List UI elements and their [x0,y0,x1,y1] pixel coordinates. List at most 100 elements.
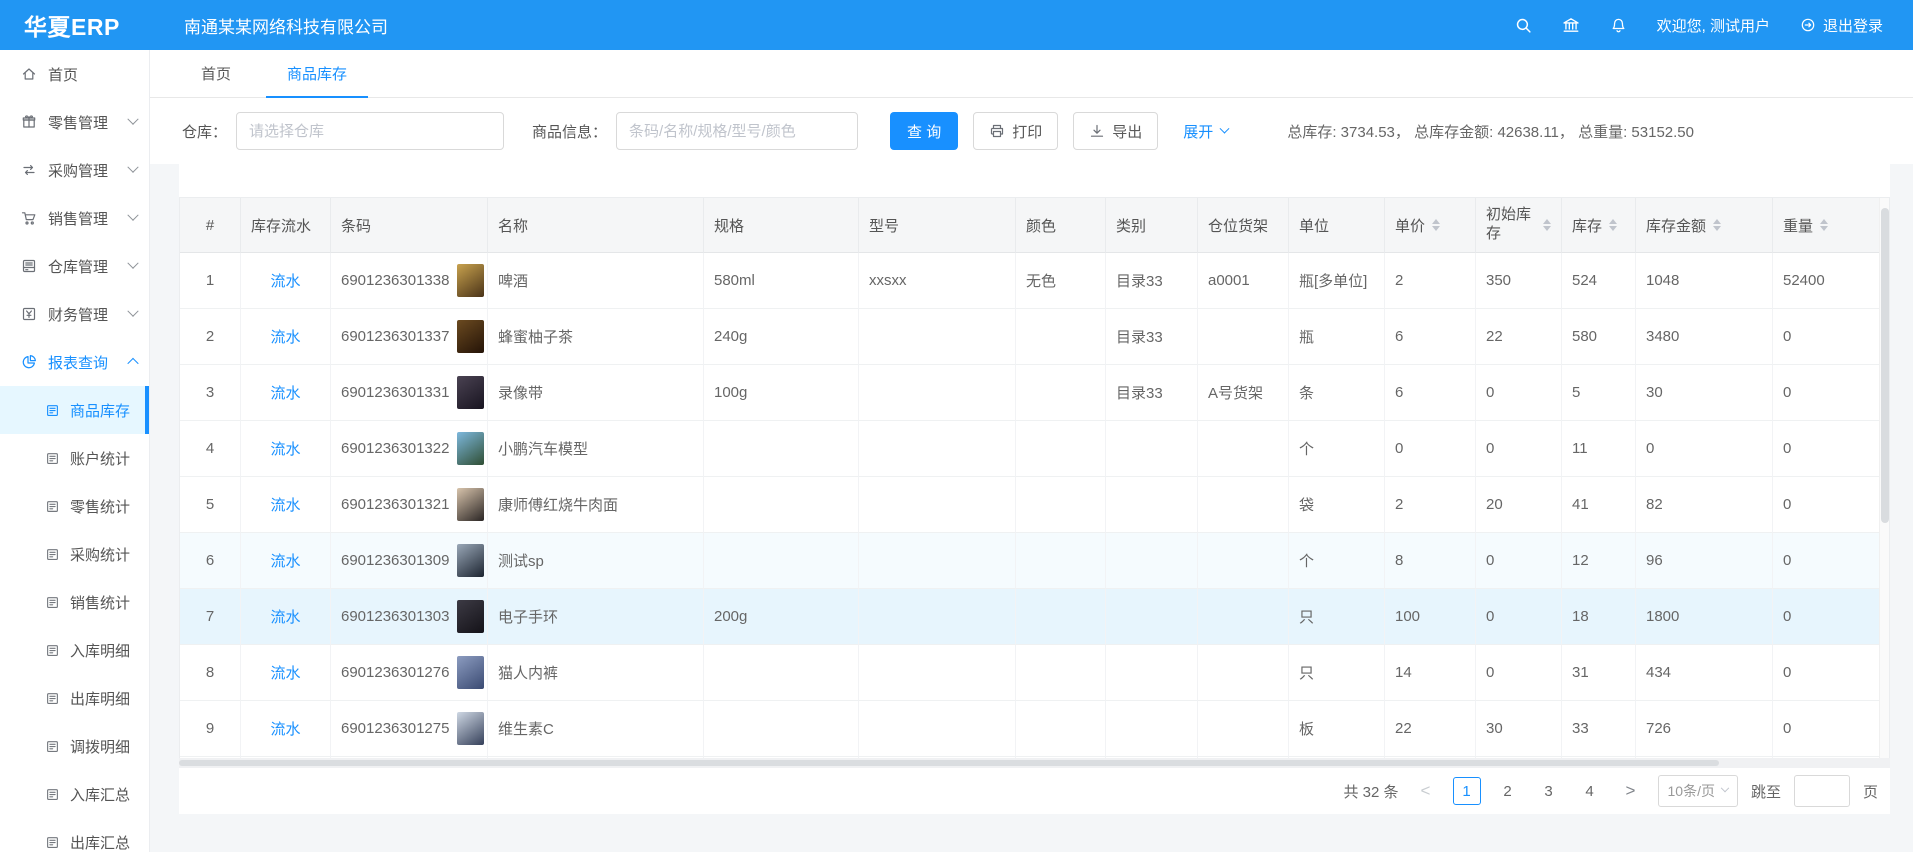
flow-link[interactable]: 流水 [270,553,300,570]
vertical-scrollbar-thumb[interactable] [1881,208,1889,523]
cell-shelf: A号货架 [1198,365,1289,421]
cell-unit: 条 [1289,365,1385,421]
cell-unit: 只 [1289,645,1385,701]
product-thumbnail [457,488,484,521]
sidebar-subitem-2[interactable]: 零售统计 [0,482,149,530]
cell-model [859,533,1016,589]
sort-asc-icon[interactable] [1820,219,1828,224]
profile-icon [44,450,60,466]
tab-1[interactable]: 商品库存 [274,50,360,97]
flow-link[interactable]: 流水 [270,609,300,626]
export-button[interactable]: 导出 [1073,112,1158,150]
sidebar-item-1[interactable]: 零售管理 [0,98,149,146]
sidebar-item-3[interactable]: 销售管理 [0,194,149,242]
cell-stock: 33 [1562,701,1636,757]
table-row: 2流水6901236301337蜂蜜柚子茶240g目录33瓶6225803480… [180,309,1881,365]
flow-link[interactable]: 流水 [270,721,300,738]
page-size-select[interactable]: 10条/页 [1658,775,1738,807]
horizontal-scrollbar[interactable] [179,758,1890,768]
page-button-2[interactable]: 2 [1494,777,1522,805]
chevron-down-icon [127,306,138,317]
sidebar-item-4[interactable]: 仓库管理 [0,242,149,290]
flow-link[interactable]: 流水 [270,497,300,514]
sidebar-subitem-7[interactable]: 调拨明细 [0,722,149,770]
sidebar-subitem-9[interactable]: 出库汇总 [0,818,149,852]
flow-link[interactable]: 流水 [270,385,300,402]
flow-link[interactable]: 流水 [270,329,300,346]
sort-icons[interactable] [1609,219,1617,232]
column-header-14[interactable]: 重量 [1773,198,1881,253]
row-index: 1 [180,253,241,309]
sort-desc-icon[interactable] [1543,226,1551,231]
sidebar-subitem-8[interactable]: 入库汇总 [0,770,149,818]
sidebar-subitem-3[interactable]: 采购统计 [0,530,149,578]
sidebar-subitem-6[interactable]: 出库明细 [0,674,149,722]
expand-toggle[interactable]: 展开 [1183,121,1228,142]
sort-asc-icon[interactable] [1609,219,1617,224]
sidebar-subitem-label: 出库汇总 [70,832,130,852]
jump-page-input[interactable] [1794,775,1850,807]
page-button-1[interactable]: 1 [1453,777,1481,805]
logout-button[interactable]: 退出登录 [1800,15,1883,36]
cell-color [1016,589,1106,645]
sidebar-subitem-1[interactable]: 账户统计 [0,434,149,482]
cell-category [1106,533,1198,589]
cell-model [859,701,1016,757]
sidebar-subitem-4[interactable]: 销售统计 [0,578,149,626]
column-header-11[interactable]: 初始库存 [1476,198,1562,253]
cell-spec [704,645,859,701]
sort-asc-icon[interactable] [1432,219,1440,224]
barcode-cell: 6901236301276 [331,645,488,701]
page-button-3[interactable]: 3 [1535,777,1563,805]
sidebar-item-0[interactable]: 首页 [0,50,149,98]
column-label: 初始库存 [1486,206,1536,244]
sort-icons[interactable] [1432,219,1440,232]
printer-icon [989,123,1005,139]
sort-asc-icon[interactable] [1713,219,1721,224]
barcode-value: 6901236301275 [341,720,449,737]
sidebar-subitem-5[interactable]: 入库明细 [0,626,149,674]
print-button[interactable]: 打印 [973,112,1058,150]
flow-cell: 流水 [241,533,331,589]
flow-link[interactable]: 流水 [270,665,300,682]
column-header-13[interactable]: 库存金额 [1636,198,1773,253]
search-button[interactable]: 查 询 [890,112,958,150]
column-label: 型号 [869,215,899,236]
flow-link[interactable]: 流水 [270,273,300,290]
export-label: 导出 [1112,121,1142,142]
warehouse-select[interactable] [236,112,504,150]
sort-desc-icon[interactable] [1713,226,1721,231]
column-header-5: 型号 [859,198,1016,253]
sort-desc-icon[interactable] [1432,226,1440,231]
sort-icons[interactable] [1820,219,1828,232]
sidebar-item-5[interactable]: 财务管理 [0,290,149,338]
vertical-scrollbar[interactable] [1879,198,1889,758]
row-index: 2 [180,309,241,365]
barcode-cell: 6901236301322 [331,421,488,477]
sort-icons[interactable] [1713,219,1721,232]
bell-icon[interactable] [1610,17,1627,34]
sidebar-item-6[interactable]: 报表查询 [0,338,149,386]
row-index: 4 [180,421,241,477]
column-header-12[interactable]: 库存 [1562,198,1636,253]
cell-price: 100 [1385,589,1476,645]
next-page-button[interactable]: > [1617,777,1645,805]
sidebar-item-label: 首页 [48,64,78,85]
sidebar-item-2[interactable]: 采购管理 [0,146,149,194]
search-icon[interactable] [1515,17,1532,34]
sidebar-subitem-0[interactable]: 商品库存 [0,386,149,434]
cell-amount: 3480 [1636,309,1773,365]
page-button-4[interactable]: 4 [1576,777,1604,805]
sort-desc-icon[interactable] [1820,226,1828,231]
tab-0[interactable]: 首页 [188,50,244,97]
column-header-10[interactable]: 单价 [1385,198,1476,253]
sidebar-item-label: 零售管理 [48,112,108,133]
flow-link[interactable]: 流水 [270,441,300,458]
sort-desc-icon[interactable] [1609,226,1617,231]
prev-page-button[interactable]: < [1412,777,1440,805]
horizontal-scrollbar-thumb[interactable] [179,760,1719,766]
sort-icons[interactable] [1543,219,1551,232]
bank-icon[interactable] [1562,16,1580,34]
sort-asc-icon[interactable] [1543,219,1551,224]
product-info-input[interactable] [616,112,858,150]
